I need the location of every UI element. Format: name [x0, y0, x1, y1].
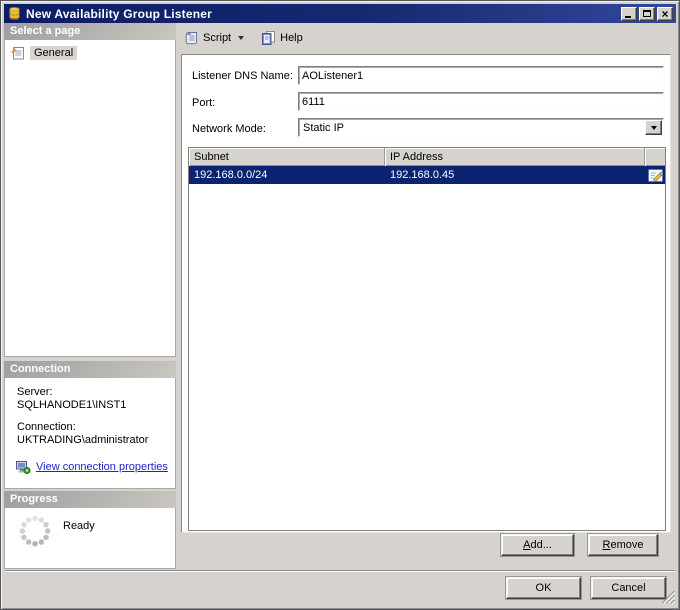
script-icon [185, 31, 197, 45]
general-page-content: Listener DNS Name: Port: Network Mode: S… [181, 54, 671, 533]
remove-button[interactable]: Remove [588, 534, 658, 556]
select-page-header: Select a page [4, 23, 176, 40]
minimize-button[interactable] [621, 6, 637, 21]
connection-panel: Server: SQLHANODE1\INST1 Connection: UKT… [4, 378, 176, 489]
network-mode-value: Static IP [303, 121, 344, 134]
window-title: New Availability Group Listener [26, 6, 213, 21]
dialog-window: New Availability Group Listener × Select… [0, 0, 680, 610]
progress-spinner-icon [19, 515, 51, 547]
port-label: Port: [192, 97, 216, 109]
help-button[interactable]: Help [256, 28, 307, 48]
ok-button[interactable]: OK [506, 577, 581, 599]
help-button-label: Help [280, 32, 303, 44]
general-page-icon [10, 47, 24, 60]
edit-row-icon[interactable] [647, 168, 663, 182]
footer-divider [5, 570, 675, 572]
server-label: Server: [17, 386, 53, 398]
resize-grip[interactable] [662, 591, 675, 604]
database-window-icon [9, 6, 20, 20]
connection-properties-icon [16, 461, 31, 474]
help-icon [262, 31, 276, 45]
cancel-button[interactable]: Cancel [591, 577, 666, 599]
server-value: SQLHANODE1\INST1 [17, 399, 127, 411]
network-mode-label: Network Mode: [192, 123, 266, 135]
connection-value: UKTRADING\administrator [17, 434, 149, 446]
table-row[interactable]: 192.168.0.0/24 192.168.0.45 [189, 166, 665, 184]
ip-address-grid: Subnet IP Address 192.168.0.0/24 192.168… [188, 147, 666, 531]
close-button[interactable]: × [657, 6, 673, 21]
port-input[interactable] [298, 92, 664, 111]
minimize-icon [625, 15, 631, 18]
network-mode-select[interactable]: Static IP [298, 118, 664, 137]
add-button[interactable]: Add... [501, 534, 574, 556]
maximize-icon [643, 10, 651, 17]
title-bar[interactable]: New Availability Group Listener × [4, 4, 676, 23]
column-header-ip-address: IP Address [385, 148, 645, 166]
listener-dns-name-input[interactable] [298, 66, 664, 85]
column-header-subnet: Subnet [189, 148, 385, 166]
sidebar-item-general[interactable]: General [10, 45, 175, 61]
page-list-panel: General [4, 40, 176, 357]
progress-status: Ready [63, 520, 95, 532]
close-icon: × [661, 6, 669, 21]
toolbar: Script Help [179, 26, 673, 50]
progress-panel: Ready [4, 508, 176, 569]
script-button-label: Script [203, 32, 232, 44]
script-button[interactable]: Script [179, 28, 248, 48]
sidebar-item-label: General [30, 46, 78, 60]
subnet-cell: 192.168.0.0/24 [194, 169, 268, 181]
dns-name-label: Listener DNS Name: [192, 70, 293, 82]
connection-header: Connection [4, 361, 176, 378]
column-header-actions [645, 148, 665, 166]
ip-address-cell: 192.168.0.45 [390, 169, 455, 181]
progress-header: Progress [4, 491, 176, 508]
chevron-down-icon [650, 125, 657, 130]
maximize-button[interactable] [639, 6, 655, 21]
view-connection-properties-link[interactable]: View connection properties [36, 461, 168, 473]
network-mode-dropdown-button[interactable] [645, 120, 662, 135]
script-dropdown-arrow-icon[interactable] [238, 36, 245, 40]
grid-header: Subnet IP Address [189, 148, 665, 166]
connection-label: Connection: [17, 421, 76, 433]
